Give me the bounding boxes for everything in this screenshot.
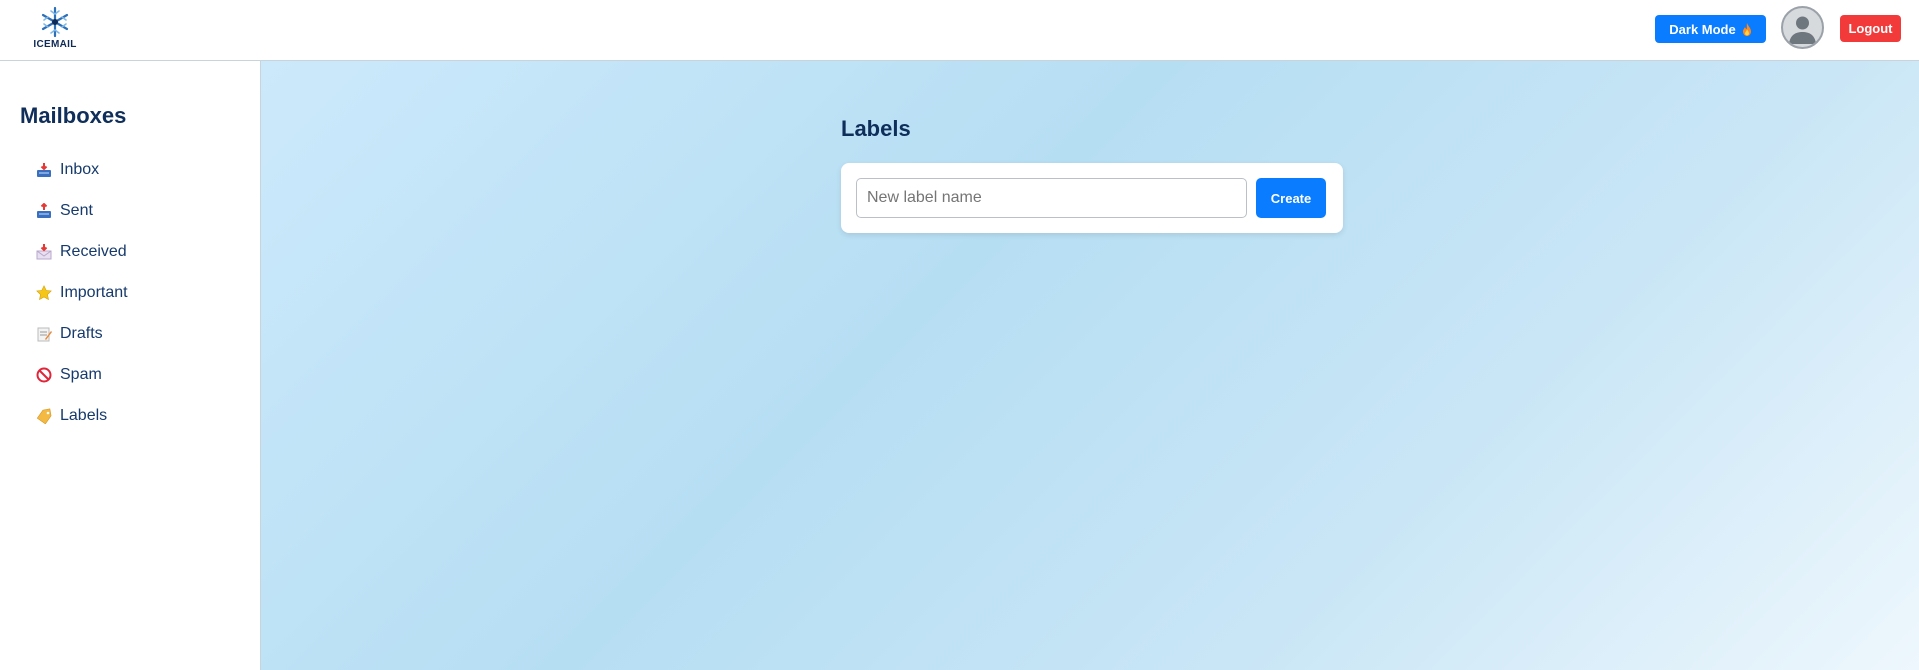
dark-mode-button[interactable]: Dark Mode — [1655, 15, 1766, 43]
sidebar-item-received[interactable]: Received — [36, 231, 128, 272]
sidebar-item-important[interactable]: Important — [36, 272, 128, 313]
create-label-card: Create — [841, 163, 1343, 233]
snowflake-icon — [41, 6, 69, 38]
memo-icon — [36, 326, 52, 342]
sidebar-item-label: Important — [60, 283, 128, 301]
star-icon — [36, 284, 52, 301]
create-label-button[interactable]: Create — [1256, 178, 1326, 218]
app-logo[interactable]: ICEMAIL — [30, 6, 80, 52]
fire-icon — [1742, 22, 1751, 36]
sidebar-title: Mailboxes — [20, 103, 127, 128]
dark-mode-label: Dark Mode — [1669, 21, 1736, 37]
sidebar-item-label: Labels — [60, 406, 108, 424]
sidebar-item-spam[interactable]: Spam — [36, 354, 128, 395]
new-label-input[interactable] — [856, 178, 1247, 218]
user-avatar[interactable] — [1781, 6, 1824, 49]
label-tag-icon — [36, 408, 52, 424]
sidebar-item-label: Drafts — [60, 324, 103, 342]
sidebar-item-label: Sent — [60, 201, 93, 219]
sidebar-item-label: Received — [60, 242, 127, 260]
logo-text: ICEMAIL — [33, 39, 77, 50]
sidebar: Mailboxes Inbox Sent Received Important — [0, 61, 261, 670]
main-content: Labels Create — [261, 61, 1919, 670]
incoming-envelope-icon — [36, 243, 52, 260]
sidebar-item-sent[interactable]: Sent — [36, 190, 128, 231]
logout-button[interactable]: Logout — [1840, 15, 1901, 42]
mailbox-nav: Inbox Sent Received Important Drafts Spa… — [36, 149, 128, 436]
sidebar-item-labels[interactable]: Labels — [36, 395, 128, 436]
top-bar: ICEMAIL Dark Mode Logout — [0, 0, 1919, 61]
user-icon — [1789, 16, 1816, 44]
sidebar-item-inbox[interactable]: Inbox — [36, 149, 128, 190]
outbox-tray-icon — [36, 202, 52, 219]
sidebar-item-drafts[interactable]: Drafts — [36, 313, 128, 354]
sidebar-item-label: Spam — [60, 365, 102, 383]
prohibited-icon — [36, 367, 52, 383]
inbox-tray-icon — [36, 162, 52, 178]
sidebar-item-label: Inbox — [60, 160, 100, 178]
page-title: Labels — [841, 116, 911, 141]
